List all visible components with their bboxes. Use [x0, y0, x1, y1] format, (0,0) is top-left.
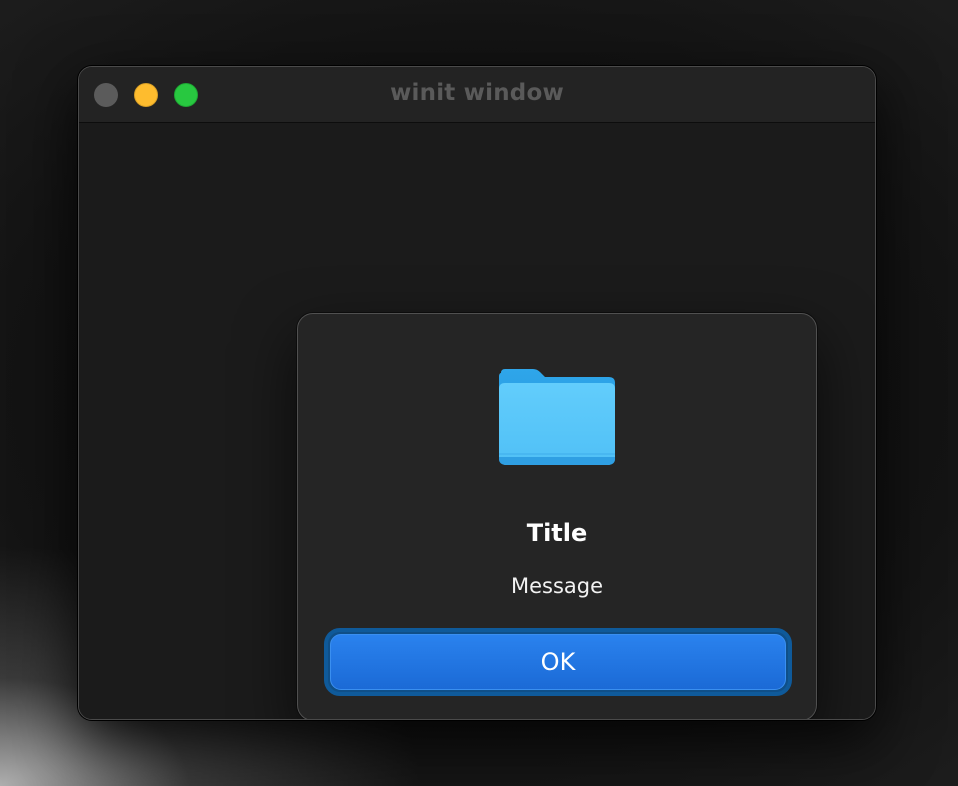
ok-button[interactable]: OK — [324, 628, 792, 696]
folder-icon — [499, 369, 615, 465]
window-title: winit window — [390, 80, 564, 106]
window-content: Title Message OK — [79, 123, 875, 719]
alert-dialog: Title Message OK — [297, 313, 817, 719]
app-window: winit window Title Message OK — [78, 66, 876, 720]
title-bar[interactable]: winit window — [79, 67, 875, 123]
ok-button-label: OK — [330, 634, 786, 690]
alert-message: Message — [510, 574, 604, 598]
alert-title: Title — [526, 519, 588, 547]
